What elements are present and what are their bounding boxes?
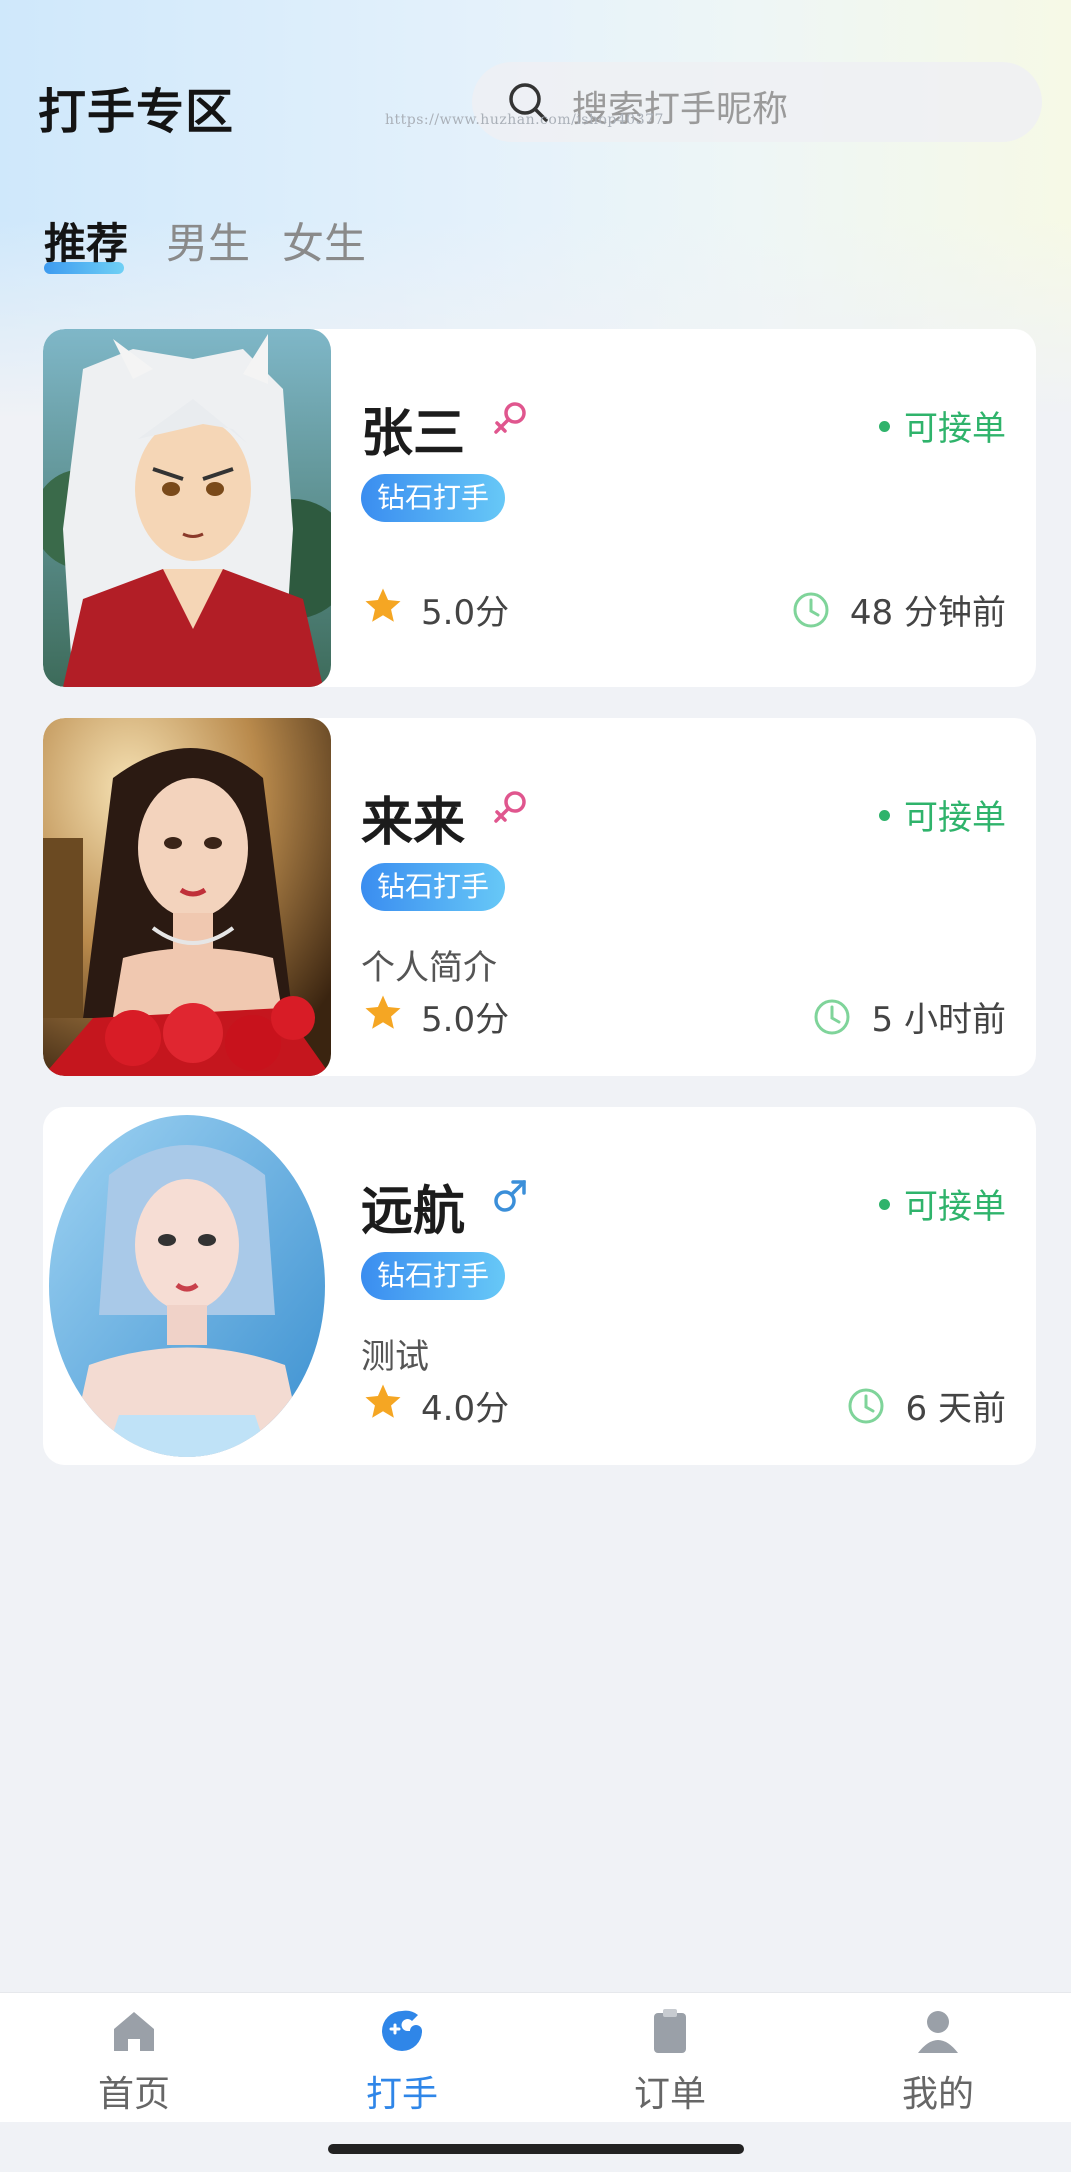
star-icon [365, 1384, 401, 1418]
search-bar[interactable]: 搜索打手昵称 [472, 62, 1042, 142]
level-badge: 钻石打手 [361, 474, 506, 522]
last-active: 6 天前 [846, 1381, 1006, 1431]
tabbar-home[interactable]: 首页 [0, 1993, 268, 2123]
home-icon [114, 2012, 154, 2051]
tabbar-orders[interactable]: 订单 [536, 1993, 804, 2123]
clock-icon [793, 592, 829, 627]
player-card[interactable]: 张三 可接单 钻石打手 5.0分 48 分钟前 [43, 329, 1036, 687]
page-title: 打手专区 [38, 84, 235, 140]
avatar [43, 329, 331, 687]
header: 打手专区 搜索打手昵称 https://www.huzhan.com/ishop… [0, 0, 1071, 300]
user-icon [918, 2011, 958, 2053]
player-name: 来来 [361, 793, 466, 853]
star-icon [365, 995, 401, 1029]
tab-recommended[interactable]: 推荐 [44, 210, 128, 274]
player-card[interactable]: 来来 可接单 钻石打手 个人简介 5.0分 5 小时前 [43, 718, 1036, 1076]
clock-icon [814, 999, 850, 1034]
avatar [43, 1107, 331, 1465]
watermark: https://www.huzhan.com/ishop40377 [385, 112, 664, 128]
level-badge: 钻石打手 [361, 1252, 506, 1300]
male-gender-icon [494, 1180, 526, 1212]
player-name: 远航 [361, 1182, 466, 1242]
tabbar-profile[interactable]: 我的 [804, 1993, 1071, 2123]
female-gender-icon [494, 791, 526, 823]
last-active: 5 小时前 [812, 992, 1006, 1042]
clock-icon [848, 1388, 884, 1423]
tabbar-players[interactable]: 打手 [268, 1993, 536, 2123]
tab-female[interactable]: 女生 [282, 210, 366, 271]
player-bio: 测试 [361, 1337, 429, 1377]
home-indicator[interactable] [328, 2144, 744, 2154]
status-badge: 可接单 [879, 790, 1006, 839]
avatar [43, 718, 331, 1076]
player-card[interactable]: 远航 可接单 钻石打手 测试 4.0分 6 天前 [43, 1107, 1036, 1465]
player-bio: 个人简介 [361, 948, 497, 988]
status-dot [879, 1199, 890, 1210]
level-badge: 钻石打手 [361, 863, 506, 911]
last-active: 48 分钟前 [791, 585, 1006, 635]
clipboard-icon [654, 2009, 686, 2053]
tab-male[interactable]: 男生 [166, 210, 250, 271]
female-gender-icon [494, 402, 526, 434]
status-badge: 可接单 [879, 401, 1006, 450]
gamer-icon [382, 2010, 422, 2051]
star-icon [365, 588, 401, 622]
status-dot [879, 421, 890, 432]
player-name: 张三 [361, 404, 466, 464]
status-badge: 可接单 [879, 1179, 1006, 1228]
status-dot [879, 810, 890, 821]
bottom-tab-bar: 首页 打手 订单 我的 [0, 1992, 1071, 2123]
